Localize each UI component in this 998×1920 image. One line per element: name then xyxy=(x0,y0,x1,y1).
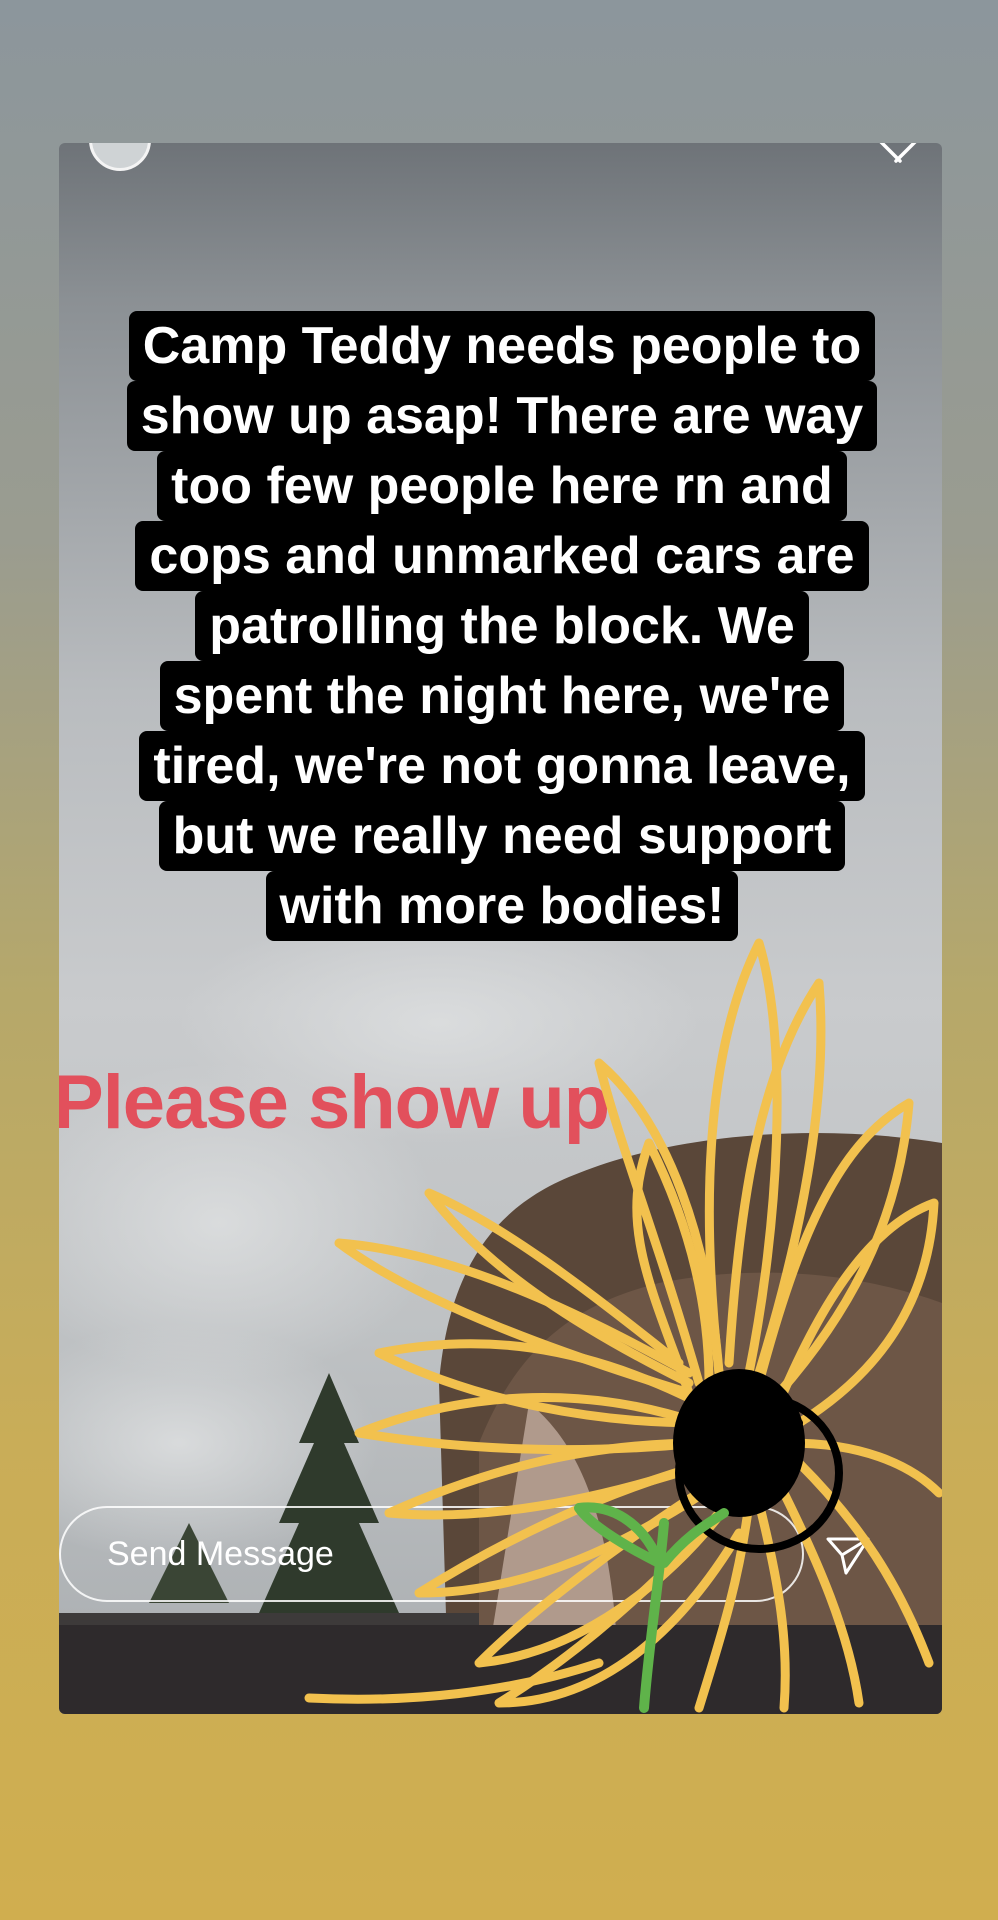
caption-line: show up asap! There are way xyxy=(126,381,878,451)
caption-line: with more bodies! xyxy=(265,871,739,941)
caption-line: spent the night here, we're xyxy=(159,661,845,731)
send-message-input[interactable]: Send Message xyxy=(59,1506,804,1602)
caption-line: too few people here rn and xyxy=(157,451,847,521)
caption-line: cops and unmarked cars are xyxy=(135,521,869,591)
send-message-placeholder: Send Message xyxy=(107,1534,334,1573)
close-icon[interactable] xyxy=(874,143,922,163)
caption-line: but we really need support xyxy=(158,801,846,871)
paper-plane-icon[interactable] xyxy=(824,1533,872,1577)
please-show-up-text: Please show up xyxy=(59,1060,610,1145)
caption-line: Camp Teddy needs people to xyxy=(128,311,876,381)
story-caption: Camp Teddy needs people to show up asap!… xyxy=(77,311,927,941)
caption-line: tired, we're not gonna leave, xyxy=(139,731,865,801)
bottom-bar xyxy=(59,1625,942,1714)
caption-line: patrolling the block. We xyxy=(195,591,809,661)
story-viewer[interactable]: Camp Teddy needs people to show up asap!… xyxy=(59,143,942,1714)
